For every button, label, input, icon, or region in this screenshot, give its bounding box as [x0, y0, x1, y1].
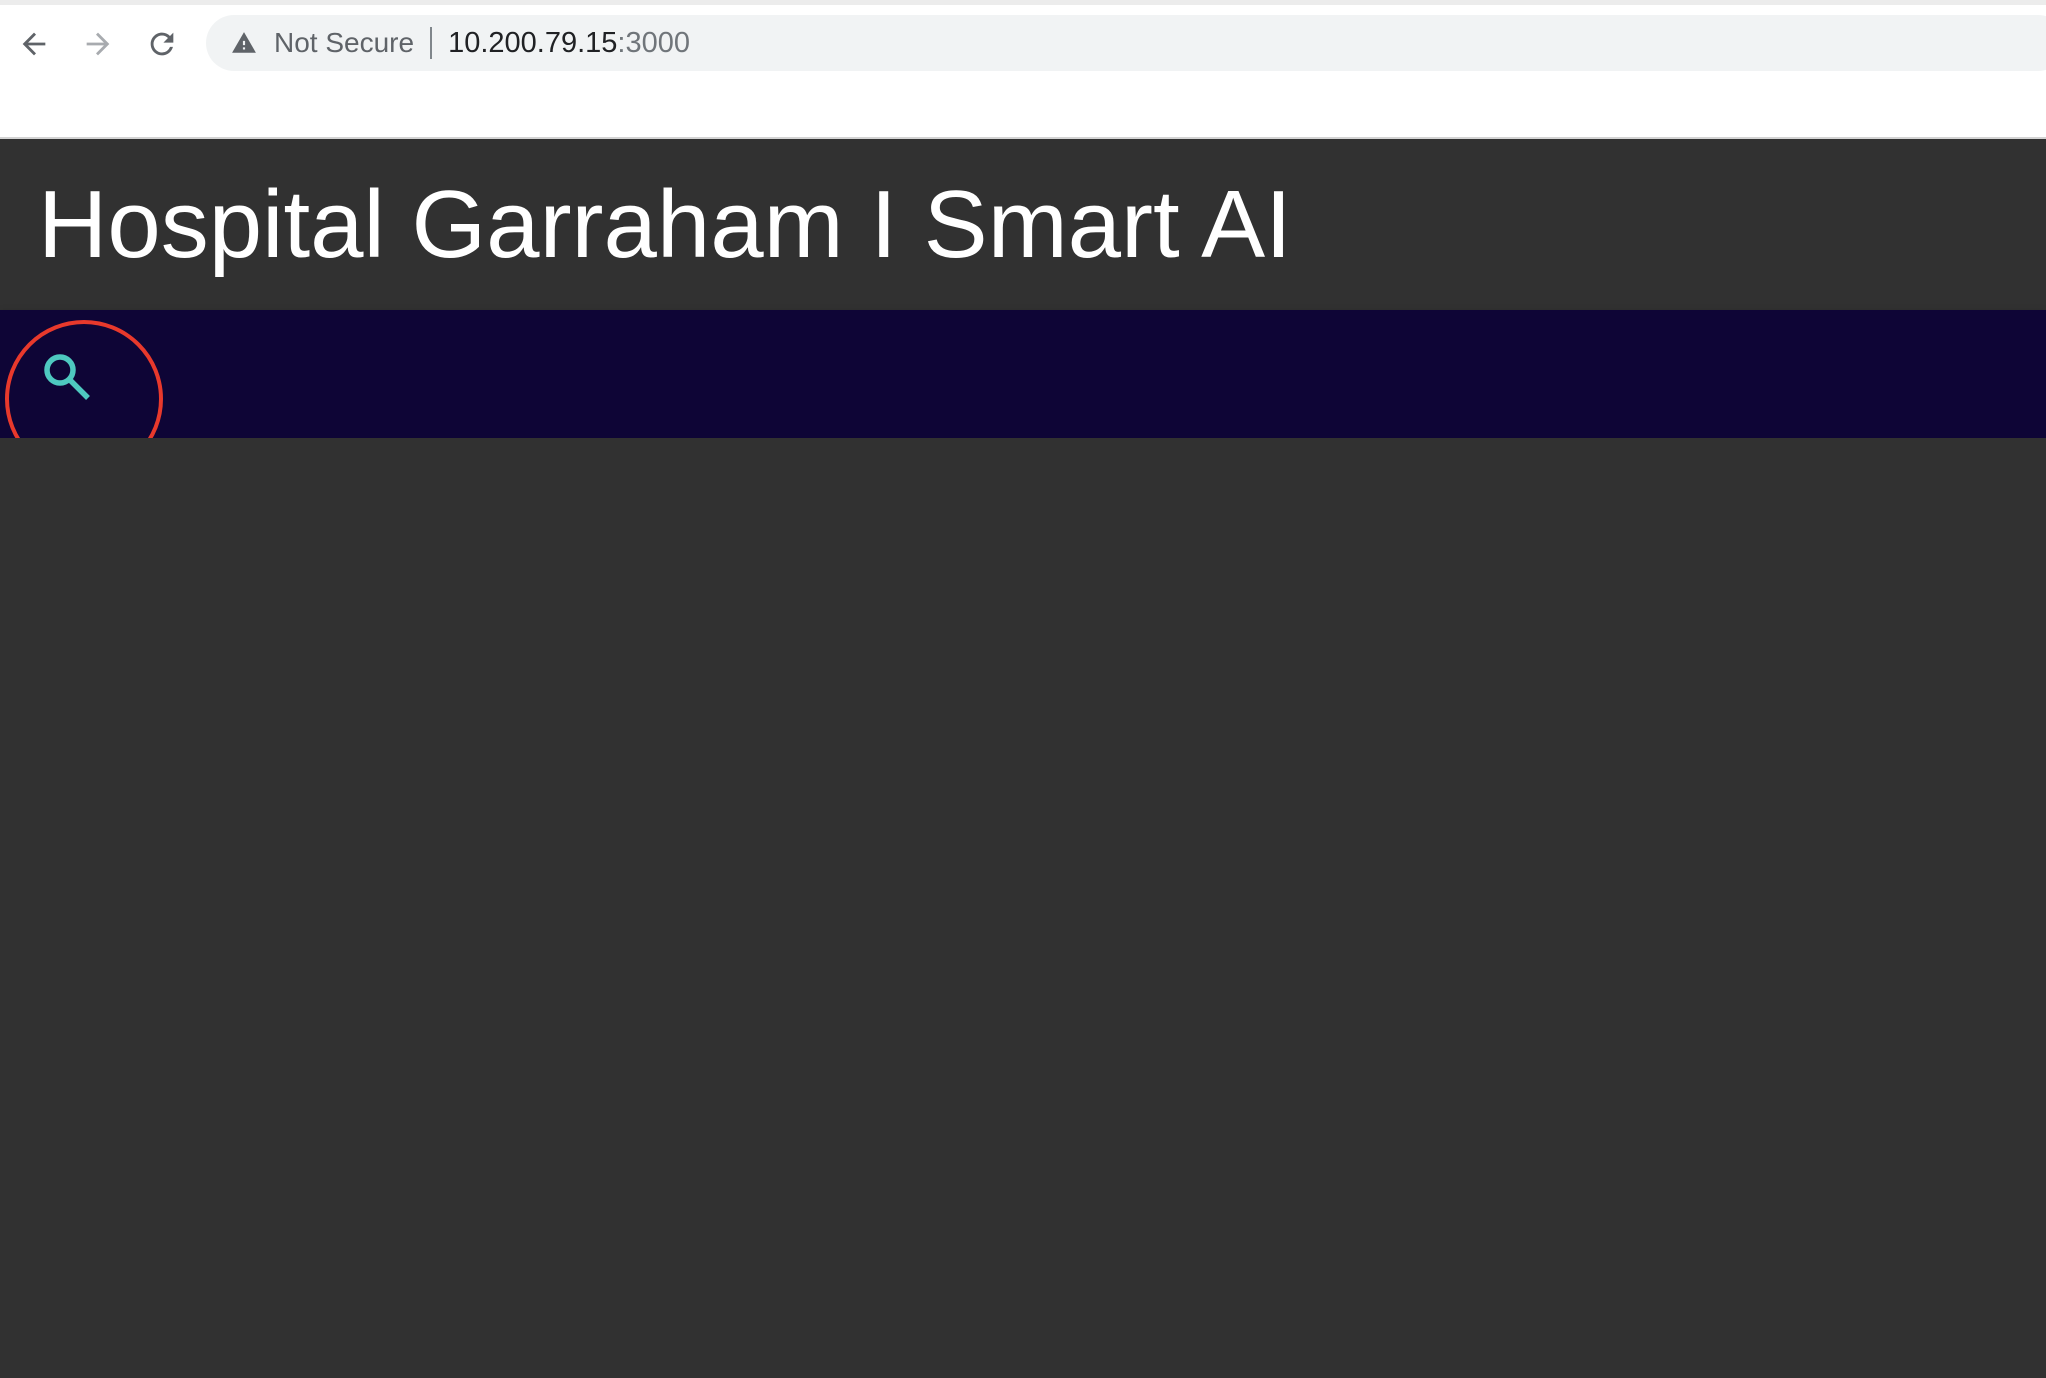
page-content-area	[0, 438, 2046, 1378]
app-header: Hospital Garraham I Smart AI	[0, 139, 2046, 310]
page-title: Hospital Garraham I Smart AI	[38, 171, 1292, 278]
arrow-left-icon	[22, 32, 46, 56]
search-button[interactable]	[40, 350, 100, 410]
arrow-right-icon	[86, 32, 110, 56]
omnibox-divider	[430, 27, 433, 59]
browser-toolbar: Not Secure 10.200.79.15:3000	[0, 0, 2046, 139]
reload-button[interactable]	[140, 22, 184, 66]
security-status-label[interactable]: Not Secure	[274, 27, 414, 59]
forward-button[interactable]	[76, 22, 120, 66]
reload-icon	[150, 32, 174, 56]
back-button[interactable]	[12, 22, 56, 66]
search-bar	[0, 310, 2046, 438]
address-bar[interactable]: Not Secure 10.200.79.15:3000	[206, 15, 2046, 71]
url-host[interactable]: 10.200.79.15	[448, 27, 617, 60]
search-icon	[44, 354, 90, 400]
url-port[interactable]: :3000	[617, 27, 690, 60]
warning-triangle-icon[interactable]	[230, 29, 258, 57]
